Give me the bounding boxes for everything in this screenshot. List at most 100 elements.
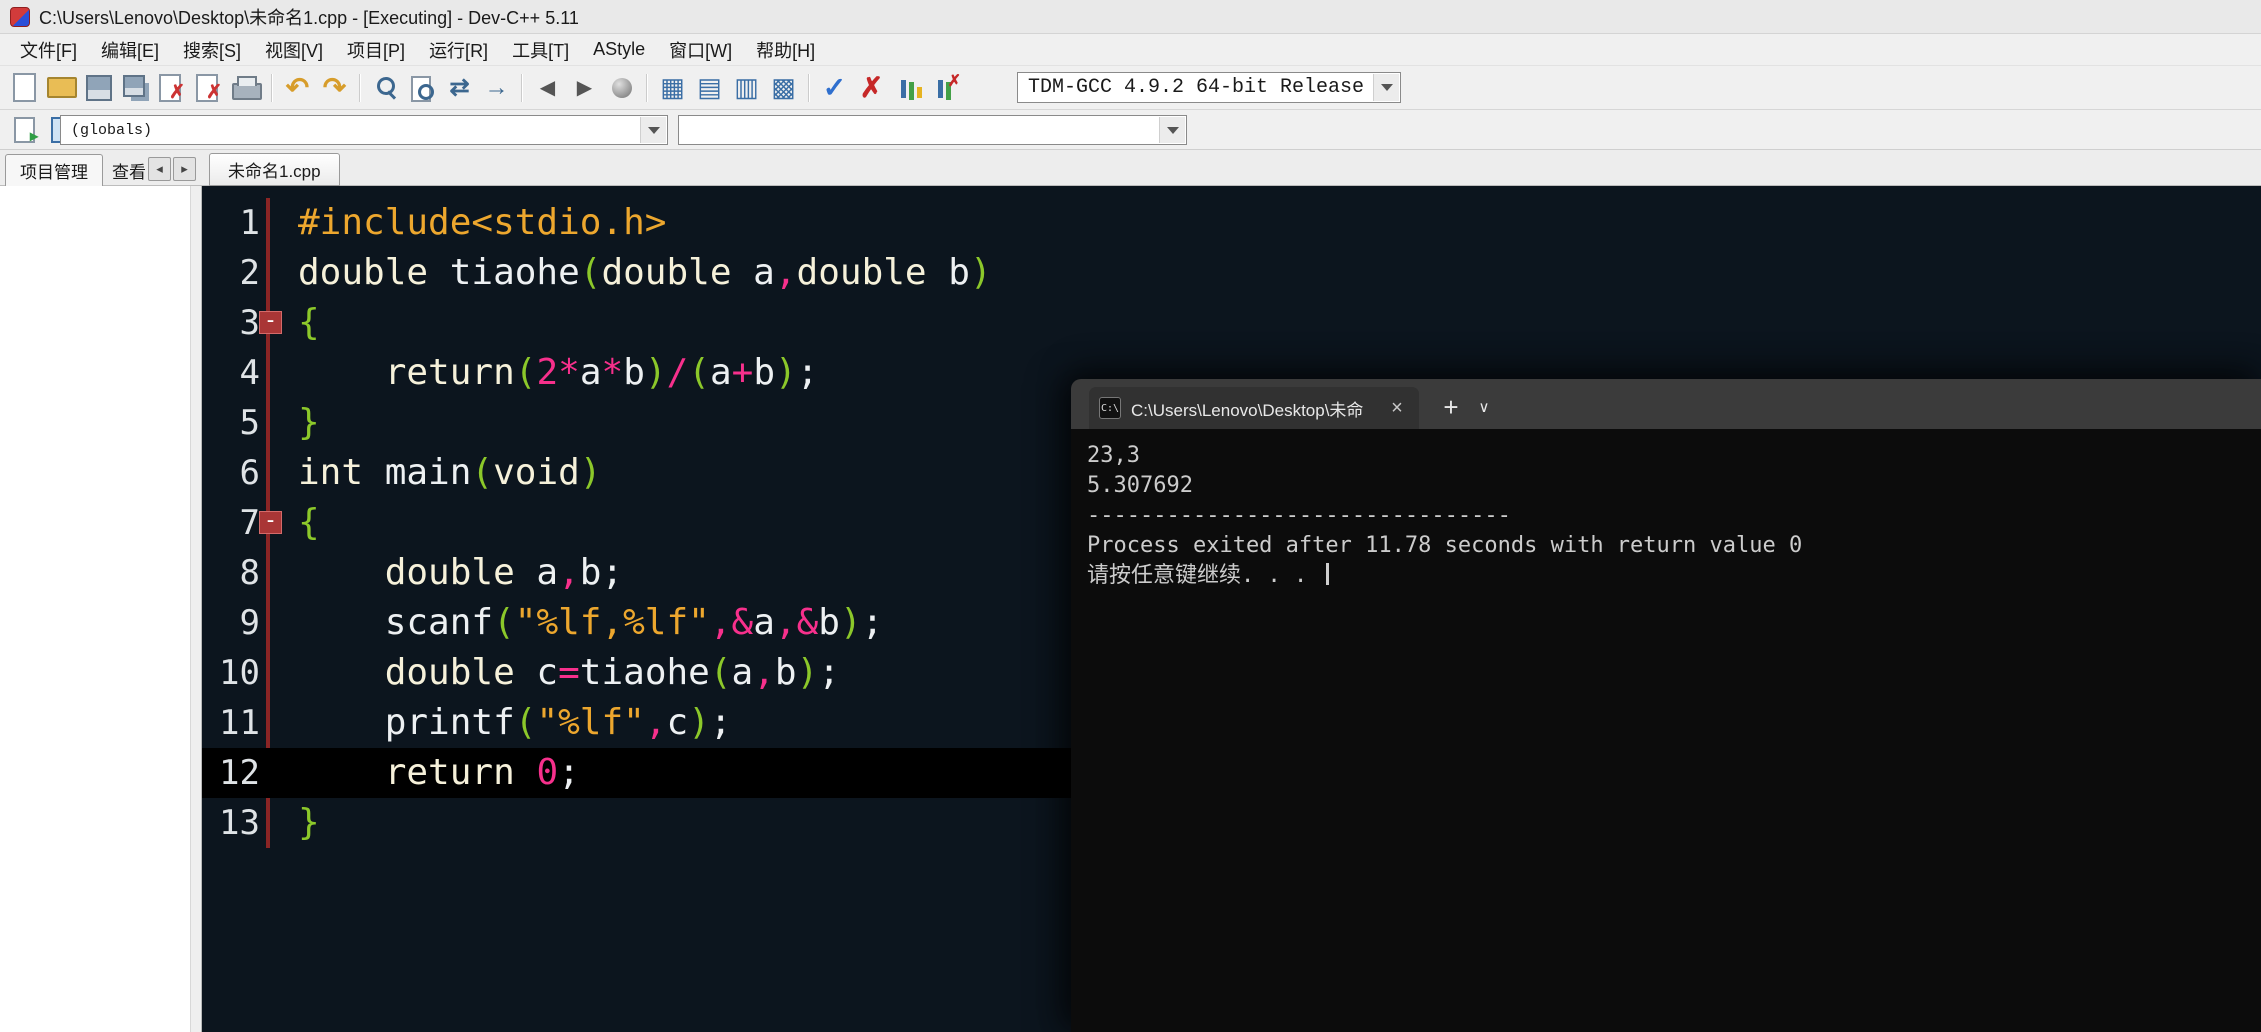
dropdown-arrow-icon[interactable]	[1159, 117, 1185, 143]
save-button[interactable]	[80, 69, 117, 107]
editor-tab-unnamed1[interactable]: 未命名1.cpp	[209, 153, 340, 186]
terminal-window[interactable]: C:\Users\Lenovo\Desktop\未命 23,3 5.307692 -…	[1071, 379, 2261, 1032]
code-text: return 0;	[384, 752, 580, 793]
terminal-line-1: 23,3	[1087, 443, 1140, 468]
panel-tab-view-label: 查看	[112, 162, 146, 182]
globals-combobox-value: (globals)	[71, 121, 153, 139]
compiler-combobox-value: TDM-GCC 4.9.2 64-bit Release	[1028, 76, 1365, 99]
open-button[interactable]	[43, 69, 80, 107]
line-number: 1	[239, 203, 260, 243]
menu-item-2[interactable]: 编辑[E]	[89, 33, 171, 67]
new-file-button[interactable]	[6, 69, 43, 107]
tab-scroll-left-button[interactable]	[148, 157, 171, 181]
tab-scroll-right-button[interactable]	[173, 157, 196, 181]
line-number: 3	[239, 303, 260, 343]
code-line-3[interactable]: 3{	[202, 298, 2261, 348]
line-number: 2	[239, 253, 260, 293]
project-panel[interactable]	[0, 186, 202, 1032]
profile-delete-button[interactable]	[927, 69, 964, 107]
line-number: 5	[239, 403, 260, 443]
terminal-output[interactable]: 23,3 5.307692 ----------------------------…	[1071, 429, 2261, 603]
dropdown-arrow-icon[interactable]	[1373, 74, 1399, 101]
editor-tab-label: 未命名1.cpp	[228, 162, 321, 181]
window-title: C:\Users\Lenovo\Desktop\未命名1.cpp - [Exec…	[39, 7, 579, 28]
close-button[interactable]	[154, 69, 191, 107]
close-all-button[interactable]	[191, 69, 228, 107]
code-text: }	[298, 402, 320, 443]
dropdown-arrow-icon[interactable]	[640, 117, 666, 143]
line-number: 6	[239, 453, 260, 493]
rebuild-all-button[interactable]	[765, 69, 802, 107]
find-button[interactable]	[367, 69, 404, 107]
redo-button[interactable]	[316, 69, 353, 107]
toolbar-row-secondary: (globals)	[0, 110, 2261, 150]
menu-item-3[interactable]: 搜索[S]	[171, 33, 253, 67]
code-line-2[interactable]: 2 double tiaohe(double a,double b)	[202, 248, 2261, 298]
print-button[interactable]	[228, 69, 265, 107]
terminal-tab-close-icon[interactable]	[1385, 396, 1409, 420]
line-number: 13	[219, 803, 260, 843]
menu-item-6[interactable]: 运行[R]	[417, 33, 500, 67]
line-number: 7	[239, 503, 260, 543]
terminal-tab-title: C:\Users\Lenovo\Desktop\未命	[1131, 400, 1364, 420]
terminal-line-4: Process exited after 11.78 seconds with …	[1087, 533, 1803, 558]
line-number: 4	[239, 353, 260, 393]
globals-combobox[interactable]: (globals)	[60, 115, 668, 145]
abort-button[interactable]	[853, 69, 890, 107]
menu-item-10[interactable]: 帮助[H]	[744, 33, 827, 67]
devcpp-window: C:\Users\Lenovo\Desktop\未命名1.cpp - [Exec…	[0, 0, 2261, 1032]
run-to-cursor-button[interactable]	[603, 69, 640, 107]
menu-item-7[interactable]: 工具[T]	[500, 33, 581, 67]
panel-tab-project[interactable]: 项目管理	[5, 154, 103, 186]
compiler-combobox[interactable]: TDM-GCC 4.9.2 64-bit Release	[1017, 72, 1401, 103]
line-number: 8	[239, 553, 260, 593]
replace-button[interactable]	[441, 69, 478, 107]
terminal-dropdown-button[interactable]	[1469, 389, 1499, 425]
panel-tab-project-label: 项目管理	[20, 163, 88, 182]
save-all-button[interactable]	[117, 69, 154, 107]
line-number: 10	[219, 653, 260, 693]
members-combobox[interactable]	[678, 115, 1187, 145]
undo-button[interactable]	[279, 69, 316, 107]
run-button[interactable]	[691, 69, 728, 107]
app-icon[interactable]	[10, 6, 30, 27]
menu-item-5[interactable]: 项目[P]	[335, 33, 417, 67]
syntax-check-button[interactable]	[816, 69, 853, 107]
fold-marker-icon[interactable]	[259, 511, 282, 534]
code-text: double c=tiaohe(a,b);	[384, 652, 840, 693]
code-text: double a,b;	[384, 552, 624, 593]
title-bar: C:\Users\Lenovo\Desktop\未命名1.cpp - [Exec…	[0, 0, 2261, 34]
terminal-cursor	[1326, 563, 1330, 585]
compile-button[interactable]	[654, 69, 691, 107]
line-number: 12	[219, 753, 260, 793]
toolbar-separator	[646, 73, 648, 102]
forward-button[interactable]	[566, 69, 603, 107]
toolbar-separator	[808, 73, 810, 102]
code-text: int main(void)	[298, 452, 602, 493]
profile-button[interactable]	[890, 69, 927, 107]
find-in-files-button[interactable]	[404, 69, 441, 107]
code-line-1[interactable]: 1 #include<stdio.h>	[202, 198, 2261, 248]
line-number: 9	[239, 603, 260, 643]
line-number: 11	[219, 703, 260, 743]
toolbar-separator	[271, 73, 273, 102]
fold-marker-icon[interactable]	[259, 311, 282, 334]
menu-item-8[interactable]: AStyle	[581, 35, 657, 64]
terminal-line-2: 5.307692	[1087, 473, 1193, 498]
menu-item-1[interactable]: 文件[F]	[8, 33, 89, 67]
terminal-line-5: 请按任意键继续. . .	[1087, 561, 2245, 591]
code-text: double tiaohe(double a,double b)	[298, 252, 992, 293]
compile-run-button[interactable]	[728, 69, 765, 107]
menu-item-9[interactable]: 窗口[W]	[657, 33, 744, 67]
terminal-new-tab-button[interactable]	[1433, 389, 1469, 425]
insert-button[interactable]	[6, 111, 43, 149]
cmd-icon	[1099, 397, 1121, 419]
code-text: return(2*a*b)/(a+b);	[384, 352, 819, 393]
goto-line-button[interactable]	[478, 69, 515, 107]
menu-item-4[interactable]: 视图[V]	[253, 33, 335, 67]
terminal-tab[interactable]: C:\Users\Lenovo\Desktop\未命	[1089, 387, 1419, 429]
menu-bar: 文件[F] 编辑[E] 搜索[S] 视图[V] 项目[P] 运行[R] 工具[T] AStyl…	[0, 34, 2261, 66]
back-button[interactable]	[529, 69, 566, 107]
code-text: }	[298, 802, 320, 843]
toolbar-separator	[359, 73, 361, 102]
